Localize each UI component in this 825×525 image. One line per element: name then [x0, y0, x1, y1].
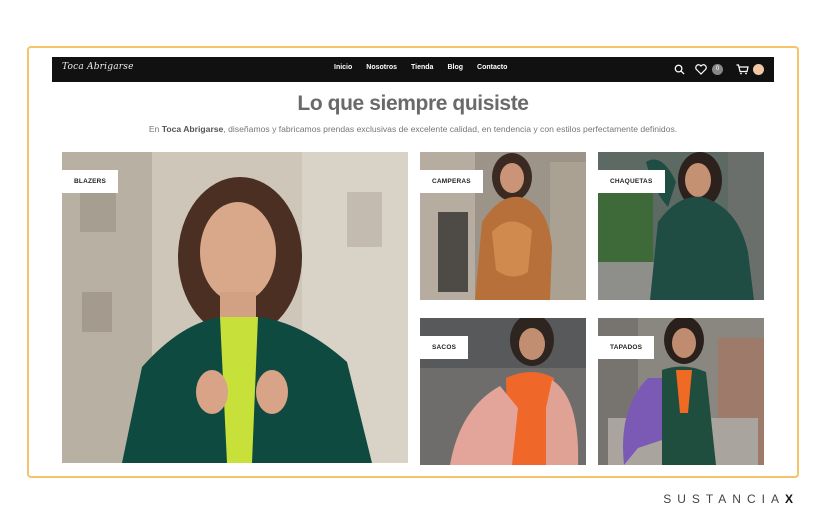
category-tile-blazers[interactable]: BLAZERS	[62, 152, 408, 463]
nav-link-tienda[interactable]: Tienda	[411, 64, 433, 71]
category-tag-tapados[interactable]: TAPADOS	[598, 336, 655, 359]
category-tile-chaquetas[interactable]: CHAQUETAS	[598, 152, 764, 300]
subtitle-prefix: En	[148, 124, 160, 134]
category-tile-camperas[interactable]: CAMPERAS	[420, 152, 586, 300]
nav-link-contacto[interactable]: Contacto	[477, 64, 507, 71]
category-tile-tapados[interactable]: TAPADOS	[598, 318, 764, 465]
blazers-photo	[62, 152, 408, 463]
nav-link-nosotros[interactable]: Nosotros	[366, 64, 397, 71]
category-tile-sacos[interactable]: SACOS	[420, 318, 586, 465]
watermark-brand: SUSTANCIAX	[663, 492, 799, 506]
cart-count-badge	[753, 63, 764, 75]
heart-icon[interactable]	[694, 62, 708, 76]
cart-icon[interactable]	[735, 62, 749, 76]
page-subtitle: En Toca Abrigarse, diseñamos y fabricamo…	[52, 124, 774, 134]
nav-link-blog[interactable]: Blog	[447, 64, 463, 71]
watermark-text: SUSTANCIA	[663, 492, 785, 506]
nav-links: Inicio Nosotros Tienda Blog Contacto	[334, 64, 507, 71]
site-logo[interactable]: Toca Abrigarse	[62, 62, 134, 72]
wishlist-count-badge: 0	[712, 63, 723, 75]
site-navbar: Toca Abrigarse Inicio Nosotros Tienda Bl…	[52, 57, 774, 82]
search-icon[interactable]	[672, 62, 686, 76]
subtitle-rest: , diseñamos y fabricamos prendas exclusi…	[223, 124, 678, 134]
category-tag-chaquetas[interactable]: CHAQUETAS	[598, 170, 665, 193]
category-tag-sacos[interactable]: SACOS	[420, 336, 469, 359]
watermark-mark: X	[784, 492, 799, 506]
page-headline: Lo que siempre quisiste	[297, 92, 529, 115]
subtitle-brand: Toca Abrigarse	[161, 124, 224, 134]
category-tag-blazers[interactable]: BLAZERS	[62, 170, 119, 193]
nav-icons: 0	[672, 62, 764, 76]
nav-link-inicio[interactable]: Inicio	[334, 64, 352, 71]
category-tag-camperas[interactable]: CAMPERAS	[420, 170, 483, 193]
